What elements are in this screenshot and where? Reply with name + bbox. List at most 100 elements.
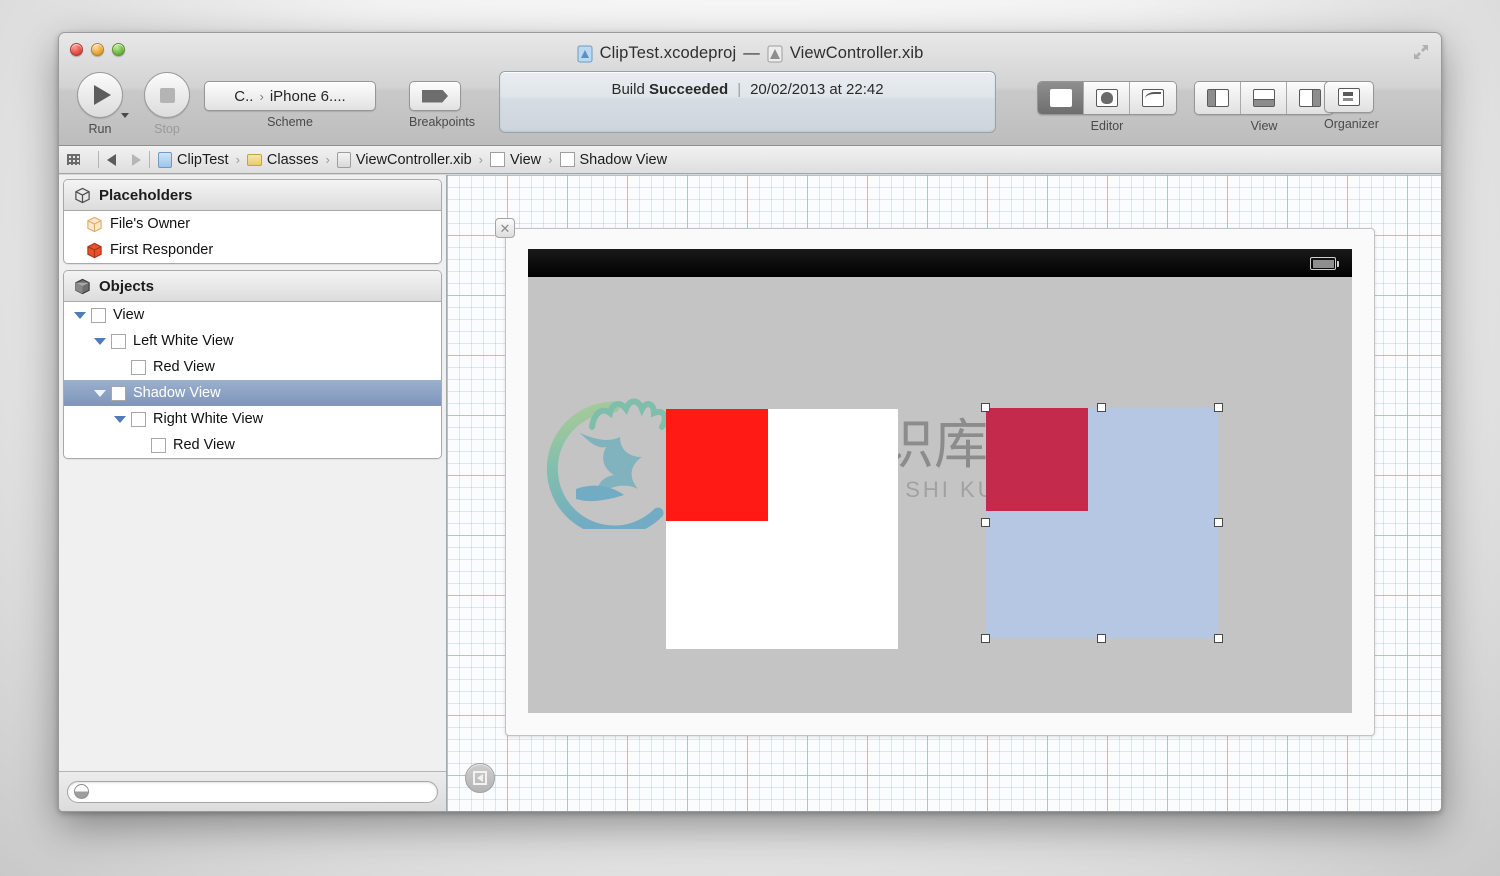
list-item-first-responder[interactable]: First Responder [64, 237, 441, 263]
breakpoints-label: Breakpoints [409, 115, 476, 129]
tree-item-view[interactable]: View [64, 302, 441, 328]
resize-handle-middle-left[interactable] [981, 518, 990, 527]
breadcrumb-label: ClipTest [177, 151, 229, 168]
build-status-area[interactable]: Build Succeeded | 20/02/2013 at 22:42 [499, 71, 996, 133]
jumpbar-divider [98, 151, 99, 168]
shadow-view-selected[interactable] [981, 403, 1223, 643]
tree-item-right-white-view[interactable]: Right White View [64, 406, 441, 432]
xib-file-icon [767, 45, 783, 62]
view-square-icon [111, 333, 126, 349]
chevron-down-icon[interactable] [114, 415, 126, 423]
tree-item-left-white-view[interactable]: Left White View [64, 328, 441, 354]
view-square-icon [559, 152, 575, 167]
breadcrumb-item-view[interactable]: View [489, 151, 542, 168]
interface-builder-canvas[interactable]: ✕ SHI KU [447, 175, 1441, 811]
breadcrumb-item-project[interactable]: ClipTest [158, 151, 229, 168]
view-square-icon [489, 152, 505, 167]
outline-scroll-area[interactable]: Placeholders File's Owner First Responde… [59, 175, 446, 771]
scheme-destination-name: iPhone 6.... [269, 87, 346, 105]
tree-item-red-view-left[interactable]: Red View [64, 354, 441, 380]
no-chevron-spacer [114, 364, 126, 371]
scheme-cluster: C.. › iPhone 6.... Scheme [204, 72, 376, 129]
breadcrumb-label: View [509, 151, 542, 168]
breadcrumb-item-xib[interactable]: ViewController.xib [336, 151, 472, 168]
stop-cluster: Stop [144, 72, 190, 136]
resize-handle-bottom-center[interactable] [1097, 634, 1106, 643]
resize-handle-bottom-left[interactable] [981, 634, 990, 643]
build-status-prefix: Build [611, 81, 645, 98]
utilities-panel-icon [1299, 89, 1321, 107]
view-square-icon [111, 385, 126, 401]
breadcrumb-item-shadow-view[interactable]: Shadow View [559, 152, 667, 168]
toggle-document-outline-button[interactable] [465, 763, 495, 793]
navigate-back-button[interactable] [107, 153, 116, 166]
jumpbar-grid-icon[interactable] [67, 154, 80, 165]
close-icon[interactable]: ✕ [495, 218, 515, 238]
stop-button[interactable] [144, 72, 190, 118]
outline-navigator: Placeholders File's Owner First Responde… [59, 175, 447, 811]
battery-icon [1310, 257, 1339, 270]
filter-input[interactable] [89, 784, 431, 799]
tree-item-red-view-right[interactable]: Red View [64, 432, 441, 458]
run-menu-caret-icon[interactable] [121, 113, 129, 118]
outline-filter-bar [59, 771, 446, 811]
breakpoint-arrow-icon [422, 89, 448, 103]
objects-header[interactable]: Objects [64, 271, 441, 302]
chevron-down-icon[interactable] [94, 389, 106, 397]
editor-assistant-button[interactable] [1084, 82, 1130, 114]
breakpoints-toggle-button[interactable] [409, 81, 461, 111]
fullscreen-expand-icon[interactable] [1411, 42, 1431, 62]
view-cluster: View [1194, 72, 1334, 133]
placeholders-header[interactable]: Placeholders [64, 180, 441, 211]
resize-handle-top-left[interactable] [981, 403, 990, 412]
red-view-right[interactable] [986, 408, 1088, 511]
resize-handle-top-right[interactable] [1214, 403, 1223, 412]
list-item-files-owner[interactable]: File's Owner [64, 211, 441, 237]
scheme-selector-button[interactable]: C.. › iPhone 6.... [204, 81, 376, 111]
left-white-view[interactable] [666, 409, 898, 649]
tree-item-shadow-view[interactable]: Shadow View [64, 380, 441, 406]
standard-editor-icon [1049, 89, 1072, 107]
breadcrumb-separator-icon: › [548, 152, 553, 167]
filter-scope-icon[interactable] [74, 784, 89, 799]
build-status-result: Succeeded [648, 81, 729, 98]
run-label: Run [88, 122, 112, 136]
navigator-panel-icon [1206, 89, 1229, 107]
window-title: ClipTest.xcodeproj — ViewController.xib [59, 44, 1441, 63]
placeholders-panel: Placeholders File's Owner First Responde… [63, 179, 442, 264]
objects-panel: Objects View Left White View Red View Sh… [63, 270, 442, 459]
breadcrumb-label: Classes [266, 151, 319, 168]
chevron-down-icon[interactable] [74, 311, 86, 319]
cube-solid-icon [75, 278, 90, 294]
organizer-button[interactable] [1324, 81, 1374, 113]
resize-handle-middle-right[interactable] [1214, 518, 1223, 527]
red-view-left[interactable] [666, 409, 768, 521]
tree-item-label: Right White View [153, 411, 264, 427]
tree-item-label: Red View [153, 359, 215, 375]
resize-handle-bottom-right[interactable] [1214, 634, 1223, 643]
folder-icon [246, 153, 262, 166]
editor-version-button[interactable] [1130, 82, 1176, 114]
chevron-down-icon[interactable] [94, 337, 106, 345]
placeholders-header-label: Placeholders [99, 186, 193, 204]
run-button[interactable] [77, 72, 123, 118]
window-titlebar: ClipTest.xcodeproj — ViewController.xib … [59, 33, 1441, 146]
toggle-debug-area-button[interactable] [1241, 82, 1287, 114]
filter-field[interactable] [67, 780, 438, 803]
jumpbar-divider-2 [149, 151, 150, 168]
tree-item-label: Red View [173, 437, 235, 453]
editor-cluster: Editor [1037, 72, 1177, 133]
view-panels-segmented-control [1194, 81, 1334, 115]
view-square-icon [91, 307, 106, 323]
tree-item-label: View [113, 307, 145, 323]
resize-handle-top-center[interactable] [1097, 403, 1106, 412]
project-file-icon [577, 45, 593, 62]
xib-icon [336, 151, 351, 168]
ios-status-bar [528, 249, 1352, 277]
editor-standard-button[interactable] [1038, 82, 1084, 114]
toggle-navigator-button[interactable] [1195, 82, 1241, 114]
objects-header-label: Objects [99, 277, 155, 295]
breadcrumb-item-classes[interactable]: Classes [246, 151, 319, 168]
navigate-forward-button[interactable] [132, 153, 141, 166]
device-screen[interactable]: 小牛知识库 XIAO NIU ZHI SHI KU [528, 277, 1352, 713]
